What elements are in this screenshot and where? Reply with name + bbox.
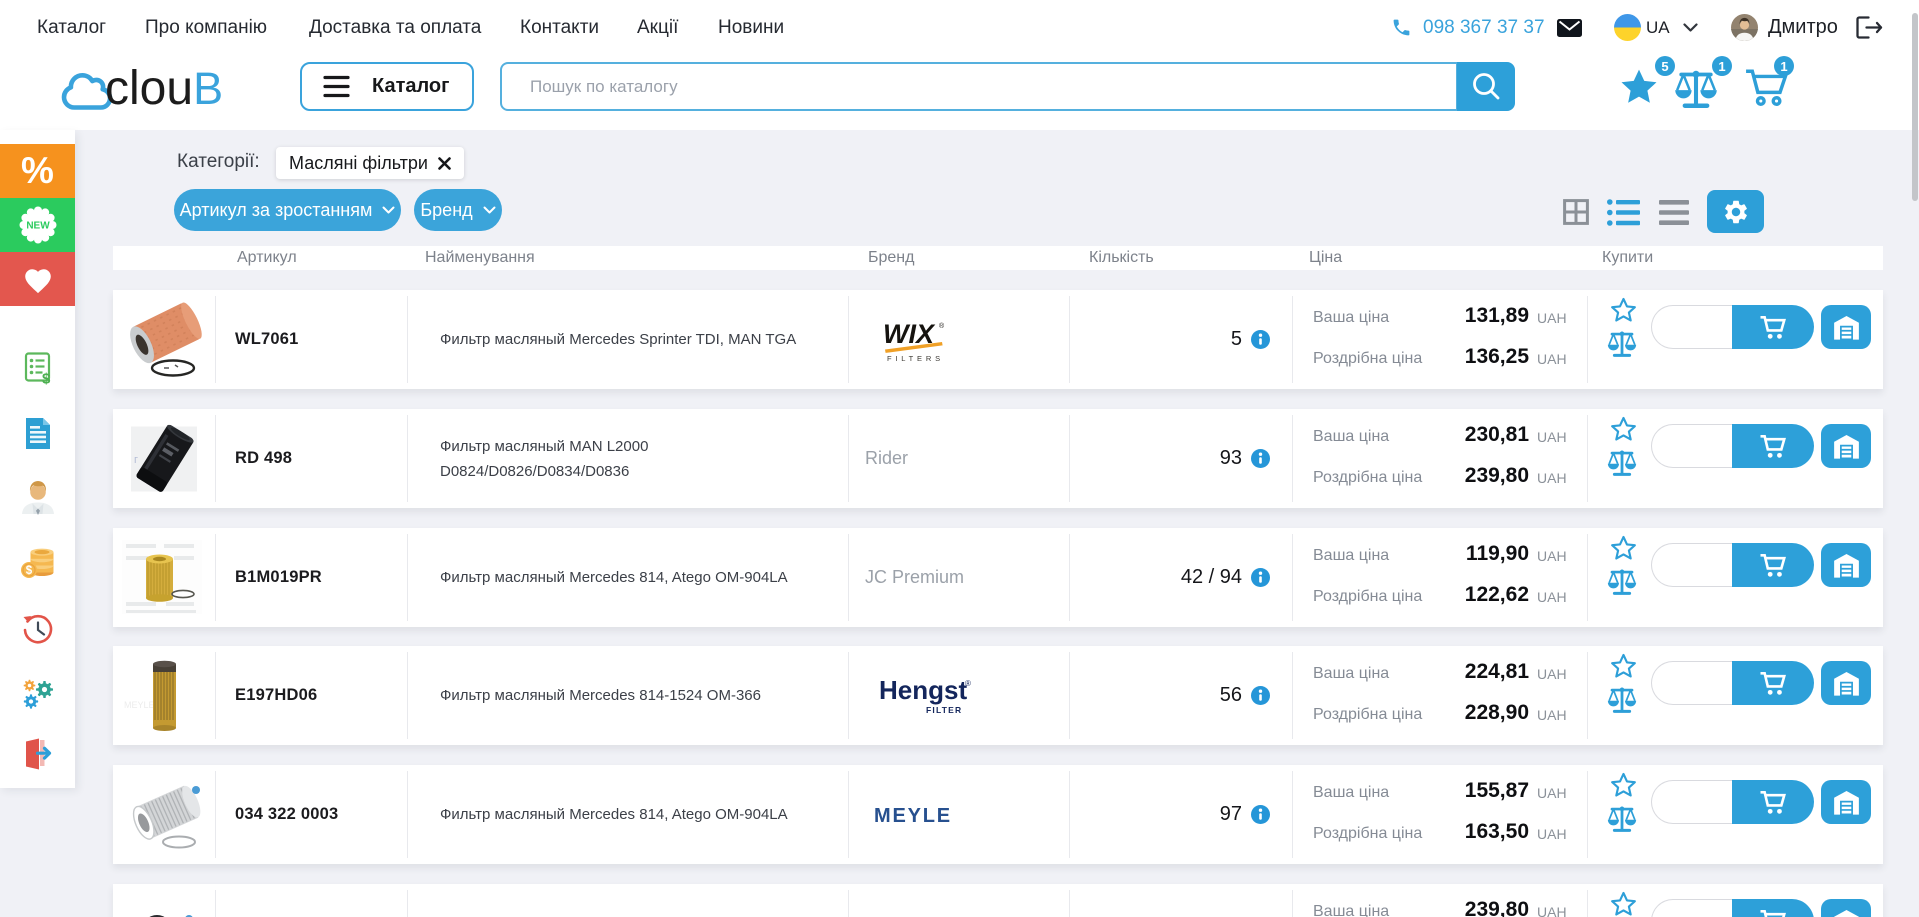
svg-text:FILTER: FILTER bbox=[926, 705, 962, 715]
svg-text:г: г bbox=[134, 454, 138, 466]
svg-text:Hengst: Hengst bbox=[879, 676, 967, 705]
svg-text:$: $ bbox=[42, 371, 51, 386]
svg-text:MEYLE: MEYLE bbox=[124, 700, 155, 710]
svg-text:MEYLE: MEYLE bbox=[874, 805, 952, 827]
svg-text:FILTERS: FILTERS bbox=[887, 354, 944, 362]
svg-text:NEW: NEW bbox=[26, 221, 50, 232]
svg-text:®: ® bbox=[965, 679, 971, 688]
svg-text:$: $ bbox=[25, 565, 32, 577]
svg-text:clouB: clouB bbox=[105, 62, 223, 115]
svg-text:®: ® bbox=[939, 322, 945, 330]
